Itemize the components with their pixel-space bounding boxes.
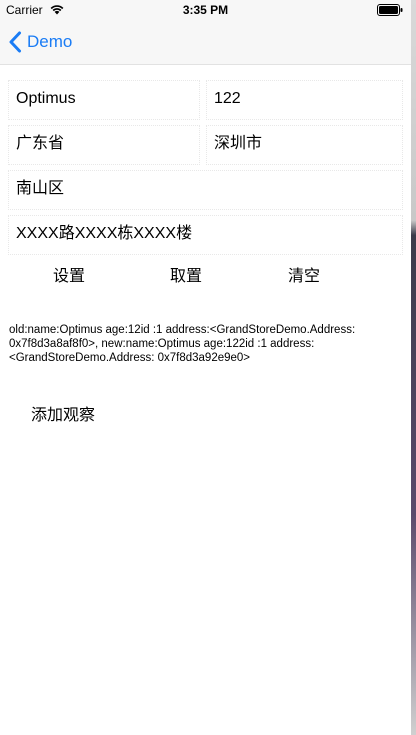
age-field[interactable]: 122 — [214, 81, 394, 117]
back-button-label: Demo — [27, 32, 73, 51]
battery-icon — [377, 4, 403, 16]
street-field[interactable]: XXXX路XXXX栋XXXX楼 — [16, 216, 396, 252]
clear-button[interactable]: 清空 — [279, 262, 329, 290]
observation-log: old:name:Optimus age:12id :1 address:<Gr… — [9, 324, 356, 364]
navigation-bar: Demo — [0, 20, 411, 65]
province-field[interactable]: 广东省 — [16, 126, 196, 162]
app-screen: Carrier 3:35 PM Demo Optimus 122 广东省 深圳市… — [0, 0, 416, 735]
chevron-left-icon — [9, 31, 21, 53]
back-button[interactable]: Demo — [8, 29, 72, 55]
status-bar: Carrier 3:35 PM — [0, 0, 411, 20]
get-button[interactable]: 取置 — [161, 262, 211, 290]
status-time: 3:35 PM — [182, 3, 229, 17]
district-field[interactable]: 南山区 — [16, 171, 396, 207]
set-button[interactable]: 设置 — [44, 262, 94, 290]
window-edge — [411, 0, 416, 735]
city-field[interactable]: 深圳市 — [214, 126, 394, 162]
add-observer-button[interactable]: 添加观察 — [31, 400, 95, 430]
name-field[interactable]: Optimus — [16, 81, 196, 117]
